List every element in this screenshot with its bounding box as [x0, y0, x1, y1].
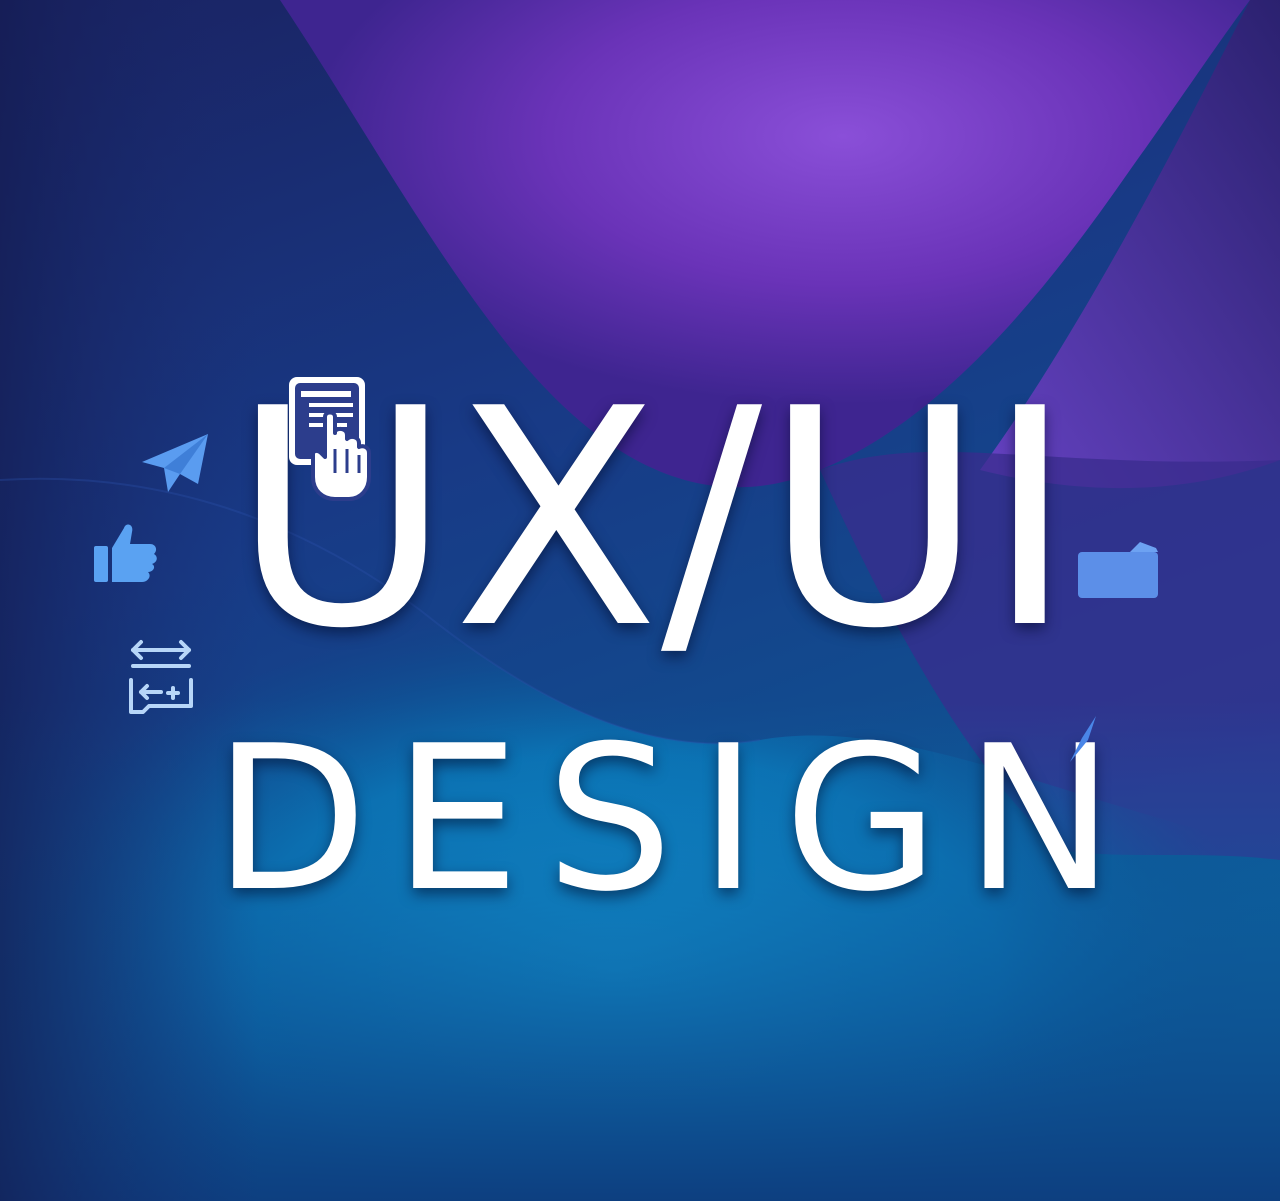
thumbs-up-icon	[94, 524, 157, 582]
title-ux-ui: UX/UI	[231, 345, 1077, 694]
pen-accent-icon	[1070, 716, 1096, 762]
folder-card-icon	[1078, 542, 1158, 598]
tap-document-icon	[289, 377, 371, 501]
poster: UX/UI DESIGN	[0, 0, 1280, 1201]
swap-arrows-icon	[129, 640, 193, 714]
paper-plane-icon	[142, 434, 208, 492]
